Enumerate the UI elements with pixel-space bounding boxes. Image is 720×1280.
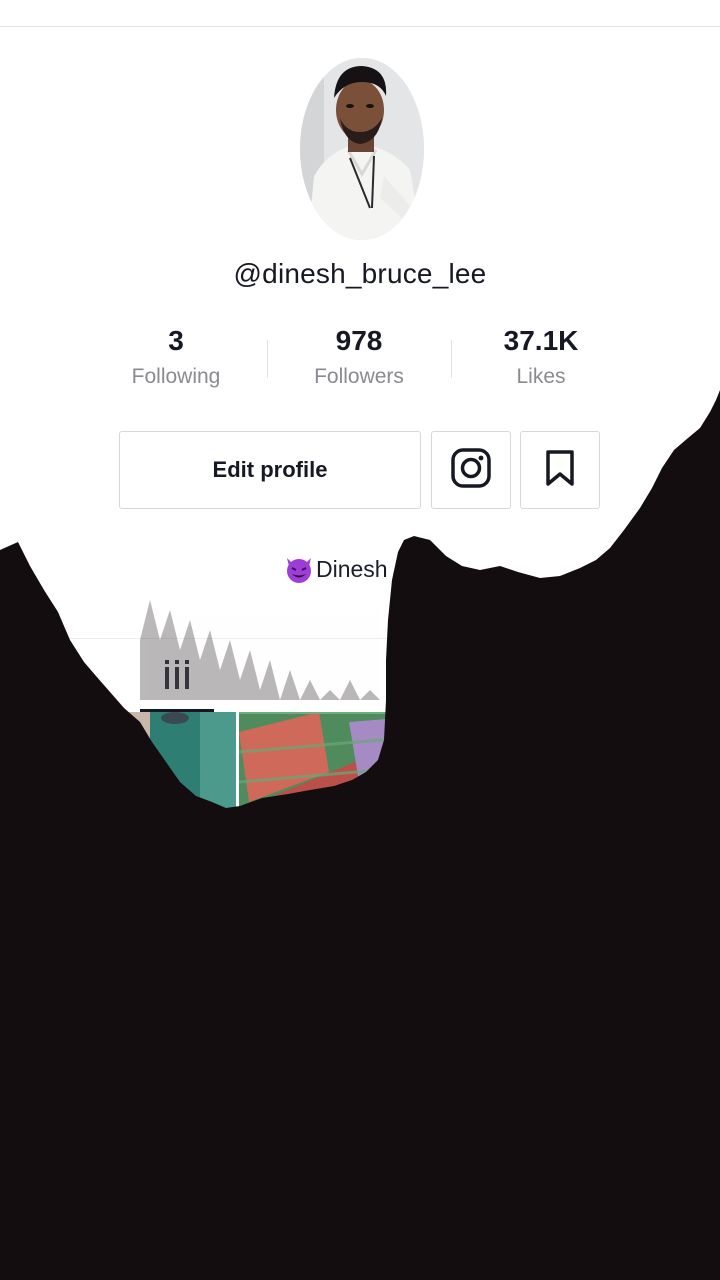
stat-followers-count: 978 [335, 325, 383, 356]
stat-likes: 37.1K Likes [441, 324, 641, 390]
video-thumbnail[interactable] [239, 712, 475, 952]
top-divider [0, 26, 720, 27]
stat-following[interactable]: 3 Following [76, 324, 276, 390]
bookmark-icon [544, 449, 576, 492]
stat-following-label: Following [131, 365, 221, 388]
profile-bio: Dinesh [284, 554, 388, 584]
edit-profile-button[interactable]: Edit profile [119, 431, 421, 509]
favorites-button[interactable] [520, 431, 600, 509]
profile-avatar[interactable] [300, 58, 424, 240]
stat-likes-label: Likes [516, 365, 566, 388]
instagram-icon [450, 447, 492, 494]
video-thumbnail[interactable] [0, 712, 236, 952]
grid-icon [163, 660, 191, 695]
stat-likes-count: 37.1K [503, 325, 579, 356]
tabs-divider [0, 638, 720, 639]
instagram-button[interactable] [431, 431, 511, 509]
profile-username: @dinesh_bruce_lee [233, 258, 487, 289]
edit-profile-label: Edit profile [212, 457, 328, 482]
stat-followers-label: Followers [314, 365, 404, 388]
tab-videos[interactable] [140, 652, 214, 712]
stat-followers[interactable]: 978 Followers [259, 324, 459, 390]
stat-following-count: 3 [168, 325, 184, 356]
smiling-devil-emoji [284, 554, 314, 584]
bio-text: Dinesh [316, 555, 388, 582]
